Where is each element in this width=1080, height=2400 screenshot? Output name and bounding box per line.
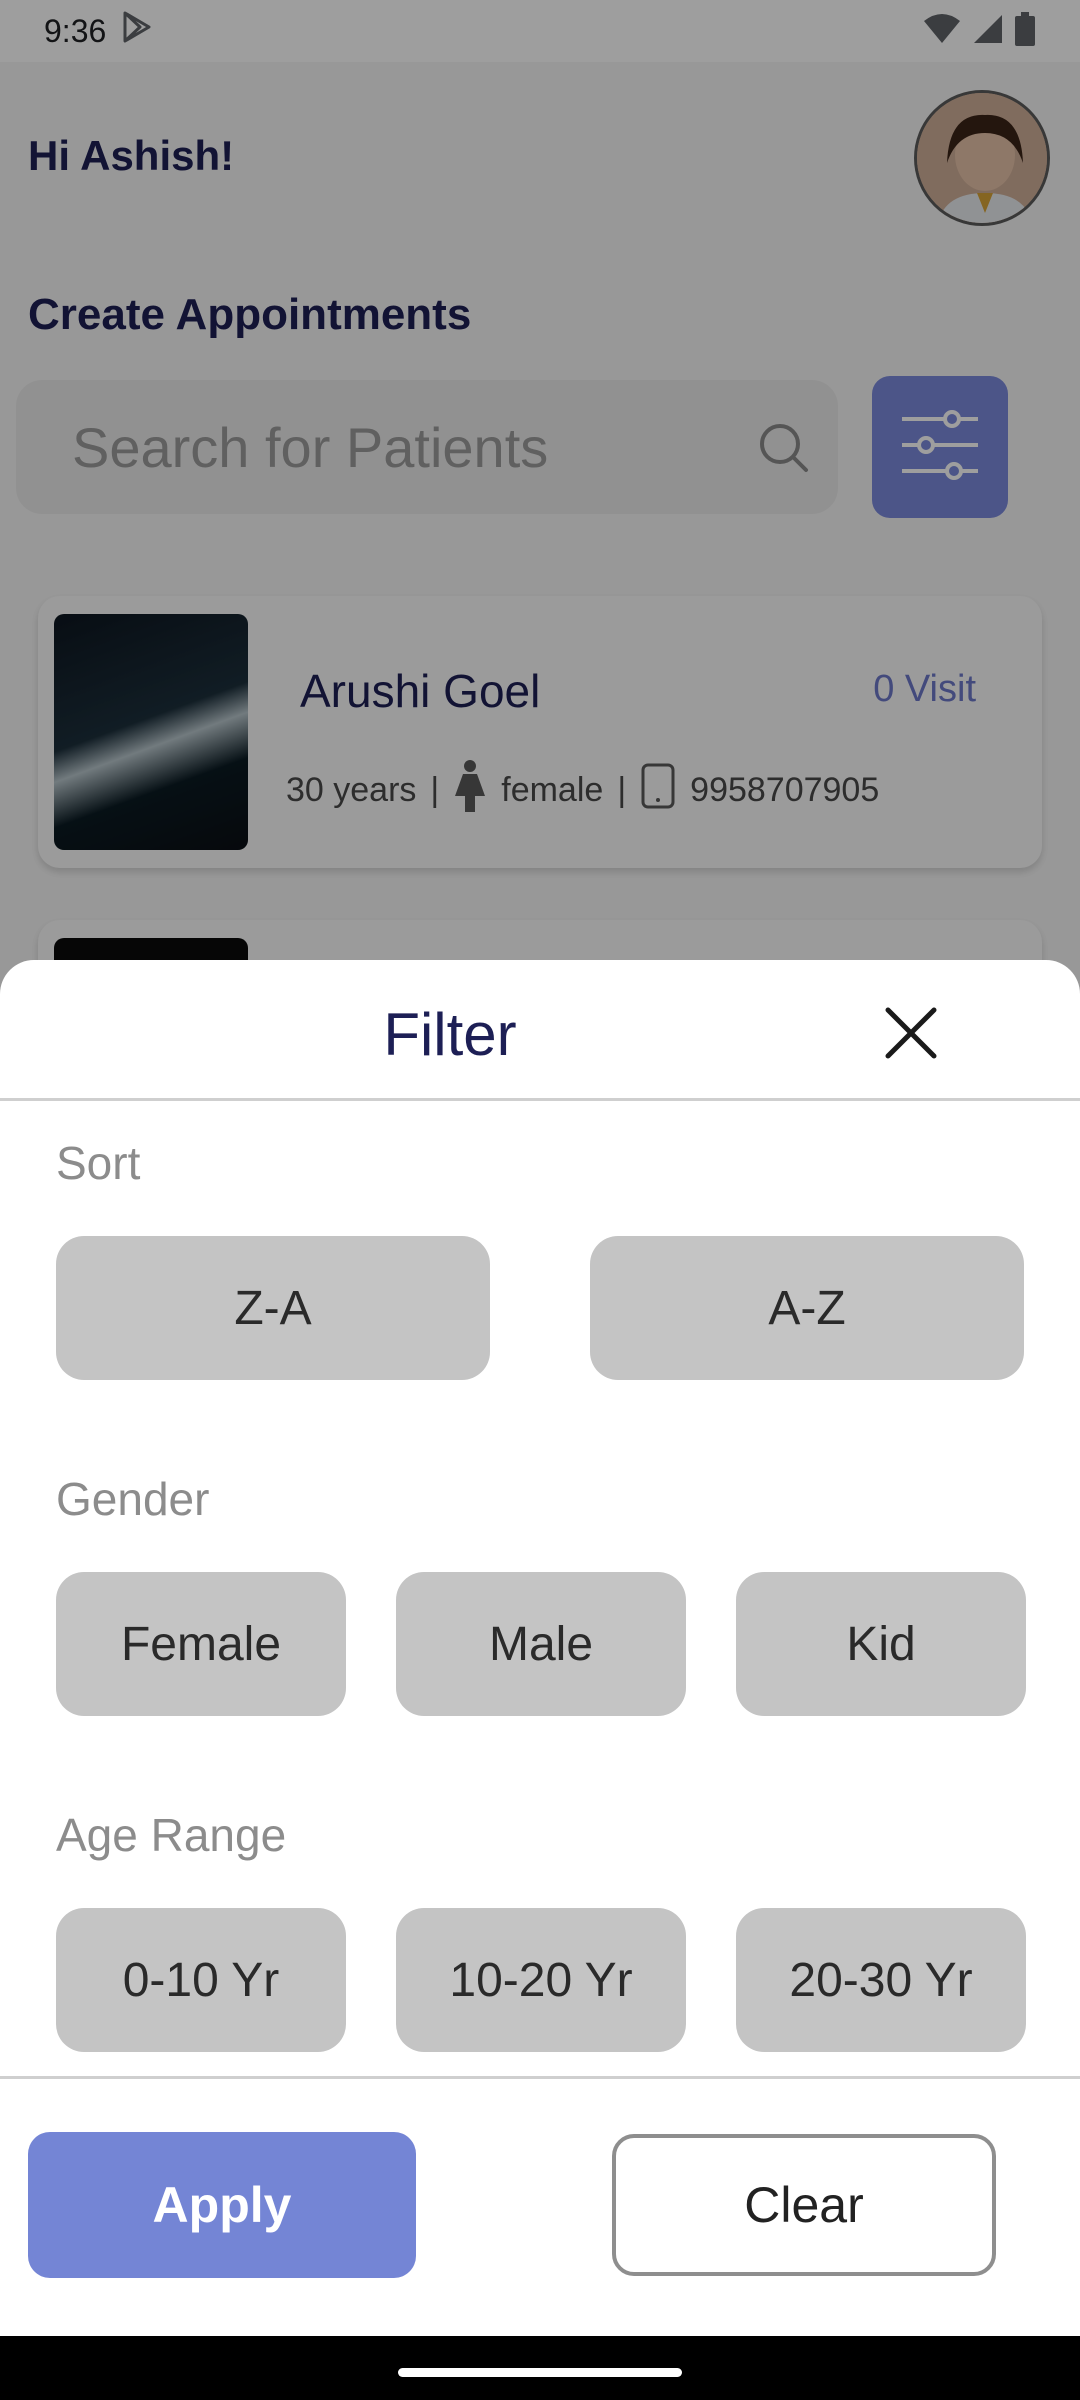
age-option-10-20[interactable]: 10-20 Yr	[396, 1908, 686, 2052]
sheet-divider	[0, 1098, 1080, 1101]
clear-button[interactable]: Clear	[612, 2134, 996, 2276]
gender-label: Gender	[56, 1473, 210, 1525]
filter-title: Filter	[383, 1001, 517, 1068]
sort-option-a-z[interactable]: A-Z	[590, 1236, 1024, 1380]
sort-label: Sort	[56, 1137, 141, 1189]
filter-sheet: Filter Sort Z-A A-Z Gender Female Male K…	[0, 960, 1080, 2336]
sort-option-z-a[interactable]: Z-A	[56, 1236, 490, 1380]
age-option-0-10[interactable]: 0-10 Yr	[56, 1908, 346, 2052]
close-icon[interactable]	[880, 1002, 942, 1064]
navigation-bar	[0, 2336, 1080, 2400]
gender-option-female[interactable]: Female	[56, 1572, 346, 1716]
age-option-20-30[interactable]: 20-30 Yr	[736, 1908, 1026, 2052]
gender-option-kid[interactable]: Kid	[736, 1572, 1026, 1716]
sheet-footer-divider	[0, 2076, 1080, 2079]
gender-option-male[interactable]: Male	[396, 1572, 686, 1716]
home-gesture-handle[interactable]	[398, 2368, 682, 2377]
apply-button[interactable]: Apply	[28, 2132, 416, 2278]
age-range-label: Age Range	[56, 1809, 287, 1861]
